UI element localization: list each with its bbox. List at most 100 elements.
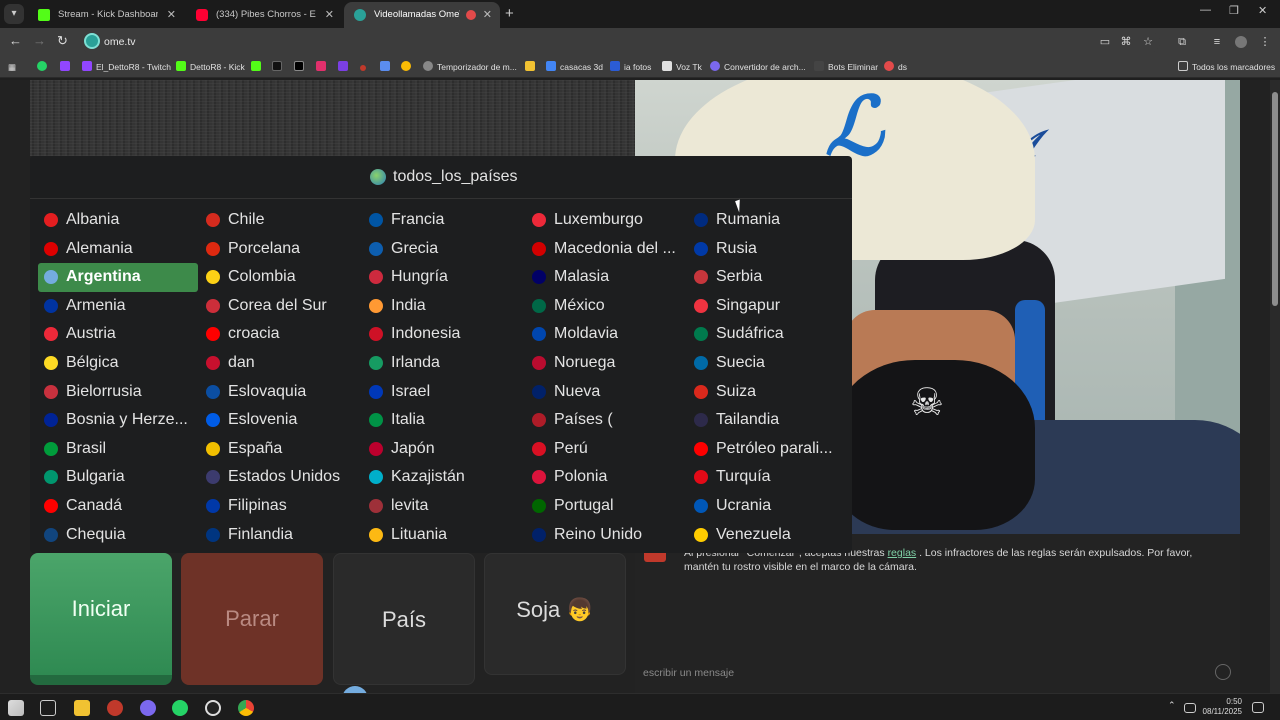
bookmark-timer[interactable]: Temporizador de m... bbox=[423, 60, 517, 74]
cast-icon[interactable]: ▭ bbox=[1099, 36, 1111, 48]
country-option[interactable]: Italia bbox=[363, 406, 523, 435]
menu-icon[interactable]: ⋮ bbox=[1259, 36, 1271, 48]
country-option[interactable]: Porcelana bbox=[200, 235, 360, 264]
chrome-icon[interactable] bbox=[238, 700, 254, 716]
twitch-icon[interactable] bbox=[60, 61, 70, 71]
country-option[interactable]: Ucrania bbox=[688, 492, 848, 521]
country-option[interactable]: Suecia bbox=[688, 349, 848, 378]
dot-icon[interactable] bbox=[360, 65, 366, 71]
whatsapp-icon[interactable] bbox=[37, 61, 47, 71]
country-option[interactable]: Canadá bbox=[38, 492, 198, 521]
country-option[interactable]: Rusia bbox=[688, 235, 848, 264]
country-option[interactable]: Hungría bbox=[363, 263, 523, 292]
country-option[interactable]: Moldavia bbox=[526, 320, 686, 349]
tab-ometv[interactable]: Videollamadas OmeTV — A ✕ bbox=[344, 2, 500, 28]
network-icon[interactable] bbox=[1184, 703, 1196, 713]
country-option[interactable]: Turquía bbox=[688, 463, 848, 492]
country-option[interactable]: España bbox=[200, 435, 360, 464]
country-option[interactable]: Reino Unido bbox=[526, 521, 686, 550]
rules-link[interactable]: reglas bbox=[888, 547, 917, 559]
bookmark-casacas[interactable]: casacas 3d bbox=[546, 60, 603, 74]
country-option[interactable]: India bbox=[363, 292, 523, 321]
apps-icon[interactable]: ▦ bbox=[8, 60, 16, 74]
minimize-icon[interactable]: — bbox=[1200, 4, 1211, 16]
bookmark-convertidor[interactable]: Convertidor de arch... bbox=[710, 60, 806, 74]
country-option[interactable]: Israel bbox=[363, 378, 523, 407]
country-option[interactable]: Grecia bbox=[363, 235, 523, 264]
start-button[interactable]: Iniciar bbox=[30, 553, 172, 685]
country-option[interactable]: croacia bbox=[200, 320, 360, 349]
country-option[interactable]: Rumania bbox=[688, 206, 848, 235]
country-option[interactable]: Noruega bbox=[526, 349, 686, 378]
country-option[interactable]: Indonesia bbox=[363, 320, 523, 349]
country-option[interactable]: Singapur bbox=[688, 292, 848, 321]
country-option[interactable]: Tailandia bbox=[688, 406, 848, 435]
country-option[interactable]: Eslovaquia bbox=[200, 378, 360, 407]
tab-youtube[interactable]: (334) Pibes Chorros - El Prisionero ✕ bbox=[186, 2, 342, 28]
bookmark-voz-tk[interactable]: Voz Tk bbox=[662, 60, 702, 74]
country-option[interactable]: Macedonia del ... bbox=[526, 235, 686, 264]
folder-icon[interactable] bbox=[525, 61, 535, 71]
close-icon[interactable]: ✕ bbox=[167, 2, 176, 28]
country-option[interactable]: Sudáfrica bbox=[688, 320, 848, 349]
bookmark-twitch[interactable]: El_DettoR8 - Twitch bbox=[82, 60, 171, 74]
country-option[interactable]: Luxemburgo bbox=[526, 206, 686, 235]
tiktok-icon[interactable] bbox=[272, 61, 282, 71]
close-icon[interactable]: ✕ bbox=[483, 2, 492, 28]
country-option[interactable]: Países ( bbox=[526, 406, 686, 435]
restore-icon[interactable]: ❐ bbox=[1229, 4, 1239, 17]
country-option[interactable]: Bielorrusia bbox=[38, 378, 198, 407]
tab-kick-dashboard[interactable]: Stream - Kick Dashboard ✕ bbox=[28, 2, 184, 28]
country-option[interactable]: Perú bbox=[526, 435, 686, 464]
country-option[interactable]: Eslovenia bbox=[200, 406, 360, 435]
country-option[interactable]: Albania bbox=[38, 206, 198, 235]
whatsapp-icon[interactable] bbox=[172, 700, 188, 716]
chevron-up-icon[interactable]: ⌃ bbox=[1168, 700, 1178, 716]
country-option[interactable]: levita bbox=[363, 492, 523, 521]
new-tab-button[interactable]: + bbox=[505, 6, 514, 22]
country-option[interactable]: Corea del Sur bbox=[200, 292, 360, 321]
kick-icon[interactable] bbox=[251, 61, 261, 71]
notification-icon[interactable] bbox=[1252, 702, 1264, 713]
x-icon[interactable] bbox=[294, 61, 304, 71]
country-option[interactable]: Lituania bbox=[363, 521, 523, 550]
puzzle-icon[interactable] bbox=[380, 61, 390, 71]
profile-avatar[interactable] bbox=[1235, 36, 1247, 48]
star-icon[interactable]: ☆ bbox=[1142, 36, 1154, 48]
country-option[interactable]: Irlanda bbox=[363, 349, 523, 378]
instagram-icon[interactable] bbox=[316, 61, 326, 71]
country-option[interactable]: Portugal bbox=[526, 492, 686, 521]
windows-start-icon[interactable] bbox=[8, 700, 24, 716]
country-option[interactable]: Venezuela bbox=[688, 521, 848, 550]
extensions-icon[interactable]: ⧉ bbox=[1176, 36, 1188, 48]
country-option[interactable]: Alemania bbox=[38, 235, 198, 264]
country-option[interactable]: Argentina bbox=[38, 263, 198, 292]
country-option[interactable]: Brasil bbox=[38, 435, 198, 464]
task-view-icon[interactable] bbox=[40, 700, 56, 716]
country-option[interactable]: Francia bbox=[363, 206, 523, 235]
country-option[interactable]: Nueva bbox=[526, 378, 686, 407]
colors-icon[interactable] bbox=[401, 61, 411, 71]
bookmark-ia-fotos[interactable]: ia fotos bbox=[610, 60, 651, 74]
country-option[interactable]: dan bbox=[200, 349, 360, 378]
tab-search-button[interactable]: ▾ bbox=[4, 4, 24, 24]
media-icon[interactable]: ≡ bbox=[1211, 36, 1223, 48]
reload-icon[interactable]: ↻ bbox=[57, 33, 68, 49]
country-option[interactable]: Filipinas bbox=[200, 492, 360, 521]
country-option[interactable]: Polonia bbox=[526, 463, 686, 492]
country-option[interactable]: Finlandia bbox=[200, 521, 360, 550]
country-option[interactable]: Chequia bbox=[38, 521, 198, 550]
canva-icon[interactable] bbox=[338, 61, 348, 71]
close-icon[interactable]: ✕ bbox=[325, 2, 334, 28]
country-option[interactable]: Petróleo parali... bbox=[688, 435, 848, 464]
all-bookmarks[interactable]: Todos los marcadores bbox=[1178, 60, 1275, 74]
country-option[interactable]: Malasia bbox=[526, 263, 686, 292]
country-option[interactable]: Estados Unidos bbox=[200, 463, 360, 492]
scroll-thumb[interactable] bbox=[1272, 92, 1278, 306]
forward-icon[interactable]: → bbox=[33, 33, 46, 48]
country-option[interactable]: Suiza bbox=[688, 378, 848, 407]
bookmark-bots[interactable]: Bots Eliminar bbox=[814, 60, 878, 74]
country-option[interactable]: Kazajistán bbox=[363, 463, 523, 492]
app-icon[interactable] bbox=[107, 700, 123, 716]
gender-button[interactable]: Soja 👦 bbox=[484, 553, 626, 675]
